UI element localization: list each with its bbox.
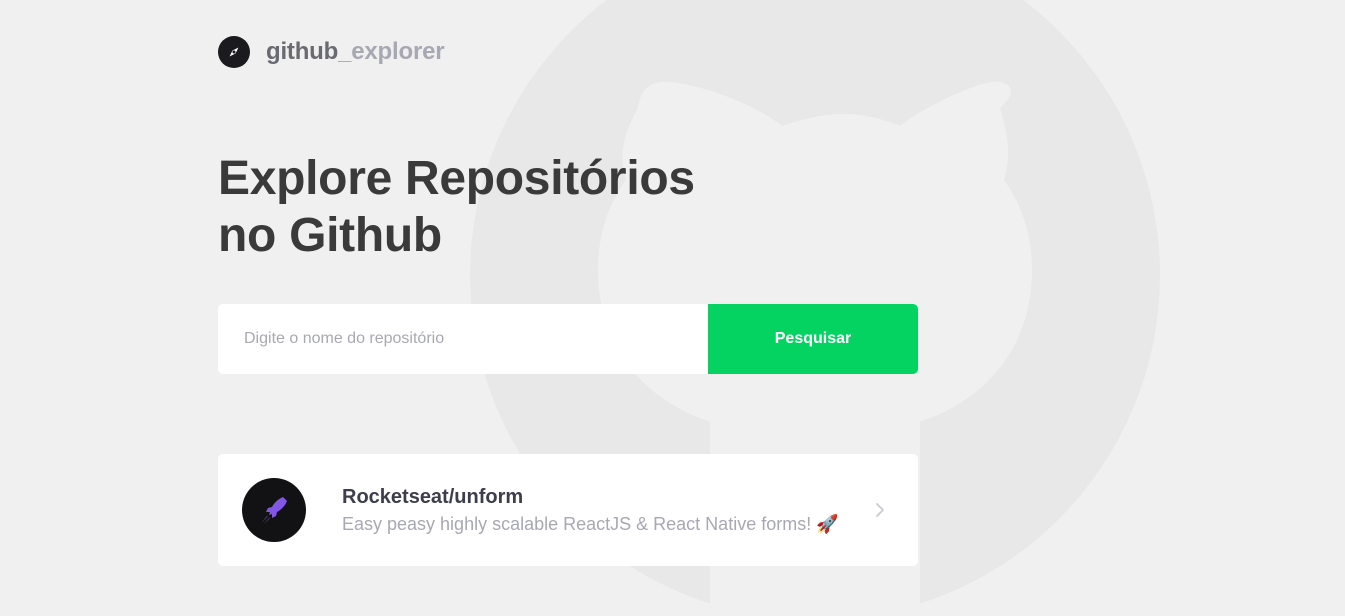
unform-rocket-logo xyxy=(261,497,287,524)
chevron-right-icon xyxy=(870,500,890,520)
search-button[interactable]: Pesquisar xyxy=(708,304,918,374)
app-name: github_explorer xyxy=(266,38,445,66)
compass-icon xyxy=(218,36,250,68)
repository-description: Easy peasy highly scalable ReactJS & Rea… xyxy=(342,513,839,534)
search-form: Pesquisar xyxy=(218,304,918,374)
repository-avatar xyxy=(242,478,306,542)
repository-search-input[interactable] xyxy=(218,304,708,374)
repository-name: Rocketseat/unform xyxy=(342,485,524,508)
app-name-primary: github xyxy=(266,38,339,65)
repository-info: Rocketseat/unform Easy peasy highly scal… xyxy=(342,486,870,535)
page-title: Explore Repositórios no Github xyxy=(218,150,738,264)
page-title-line-2: no Github xyxy=(218,209,442,262)
page-title-line-1: Explore Repositórios xyxy=(218,152,695,205)
repository-card[interactable]: Rocketseat/unform Easy peasy highly scal… xyxy=(218,454,918,566)
app-name-secondary: _explorer xyxy=(338,38,445,65)
app-logo: github_explorer xyxy=(218,36,445,68)
